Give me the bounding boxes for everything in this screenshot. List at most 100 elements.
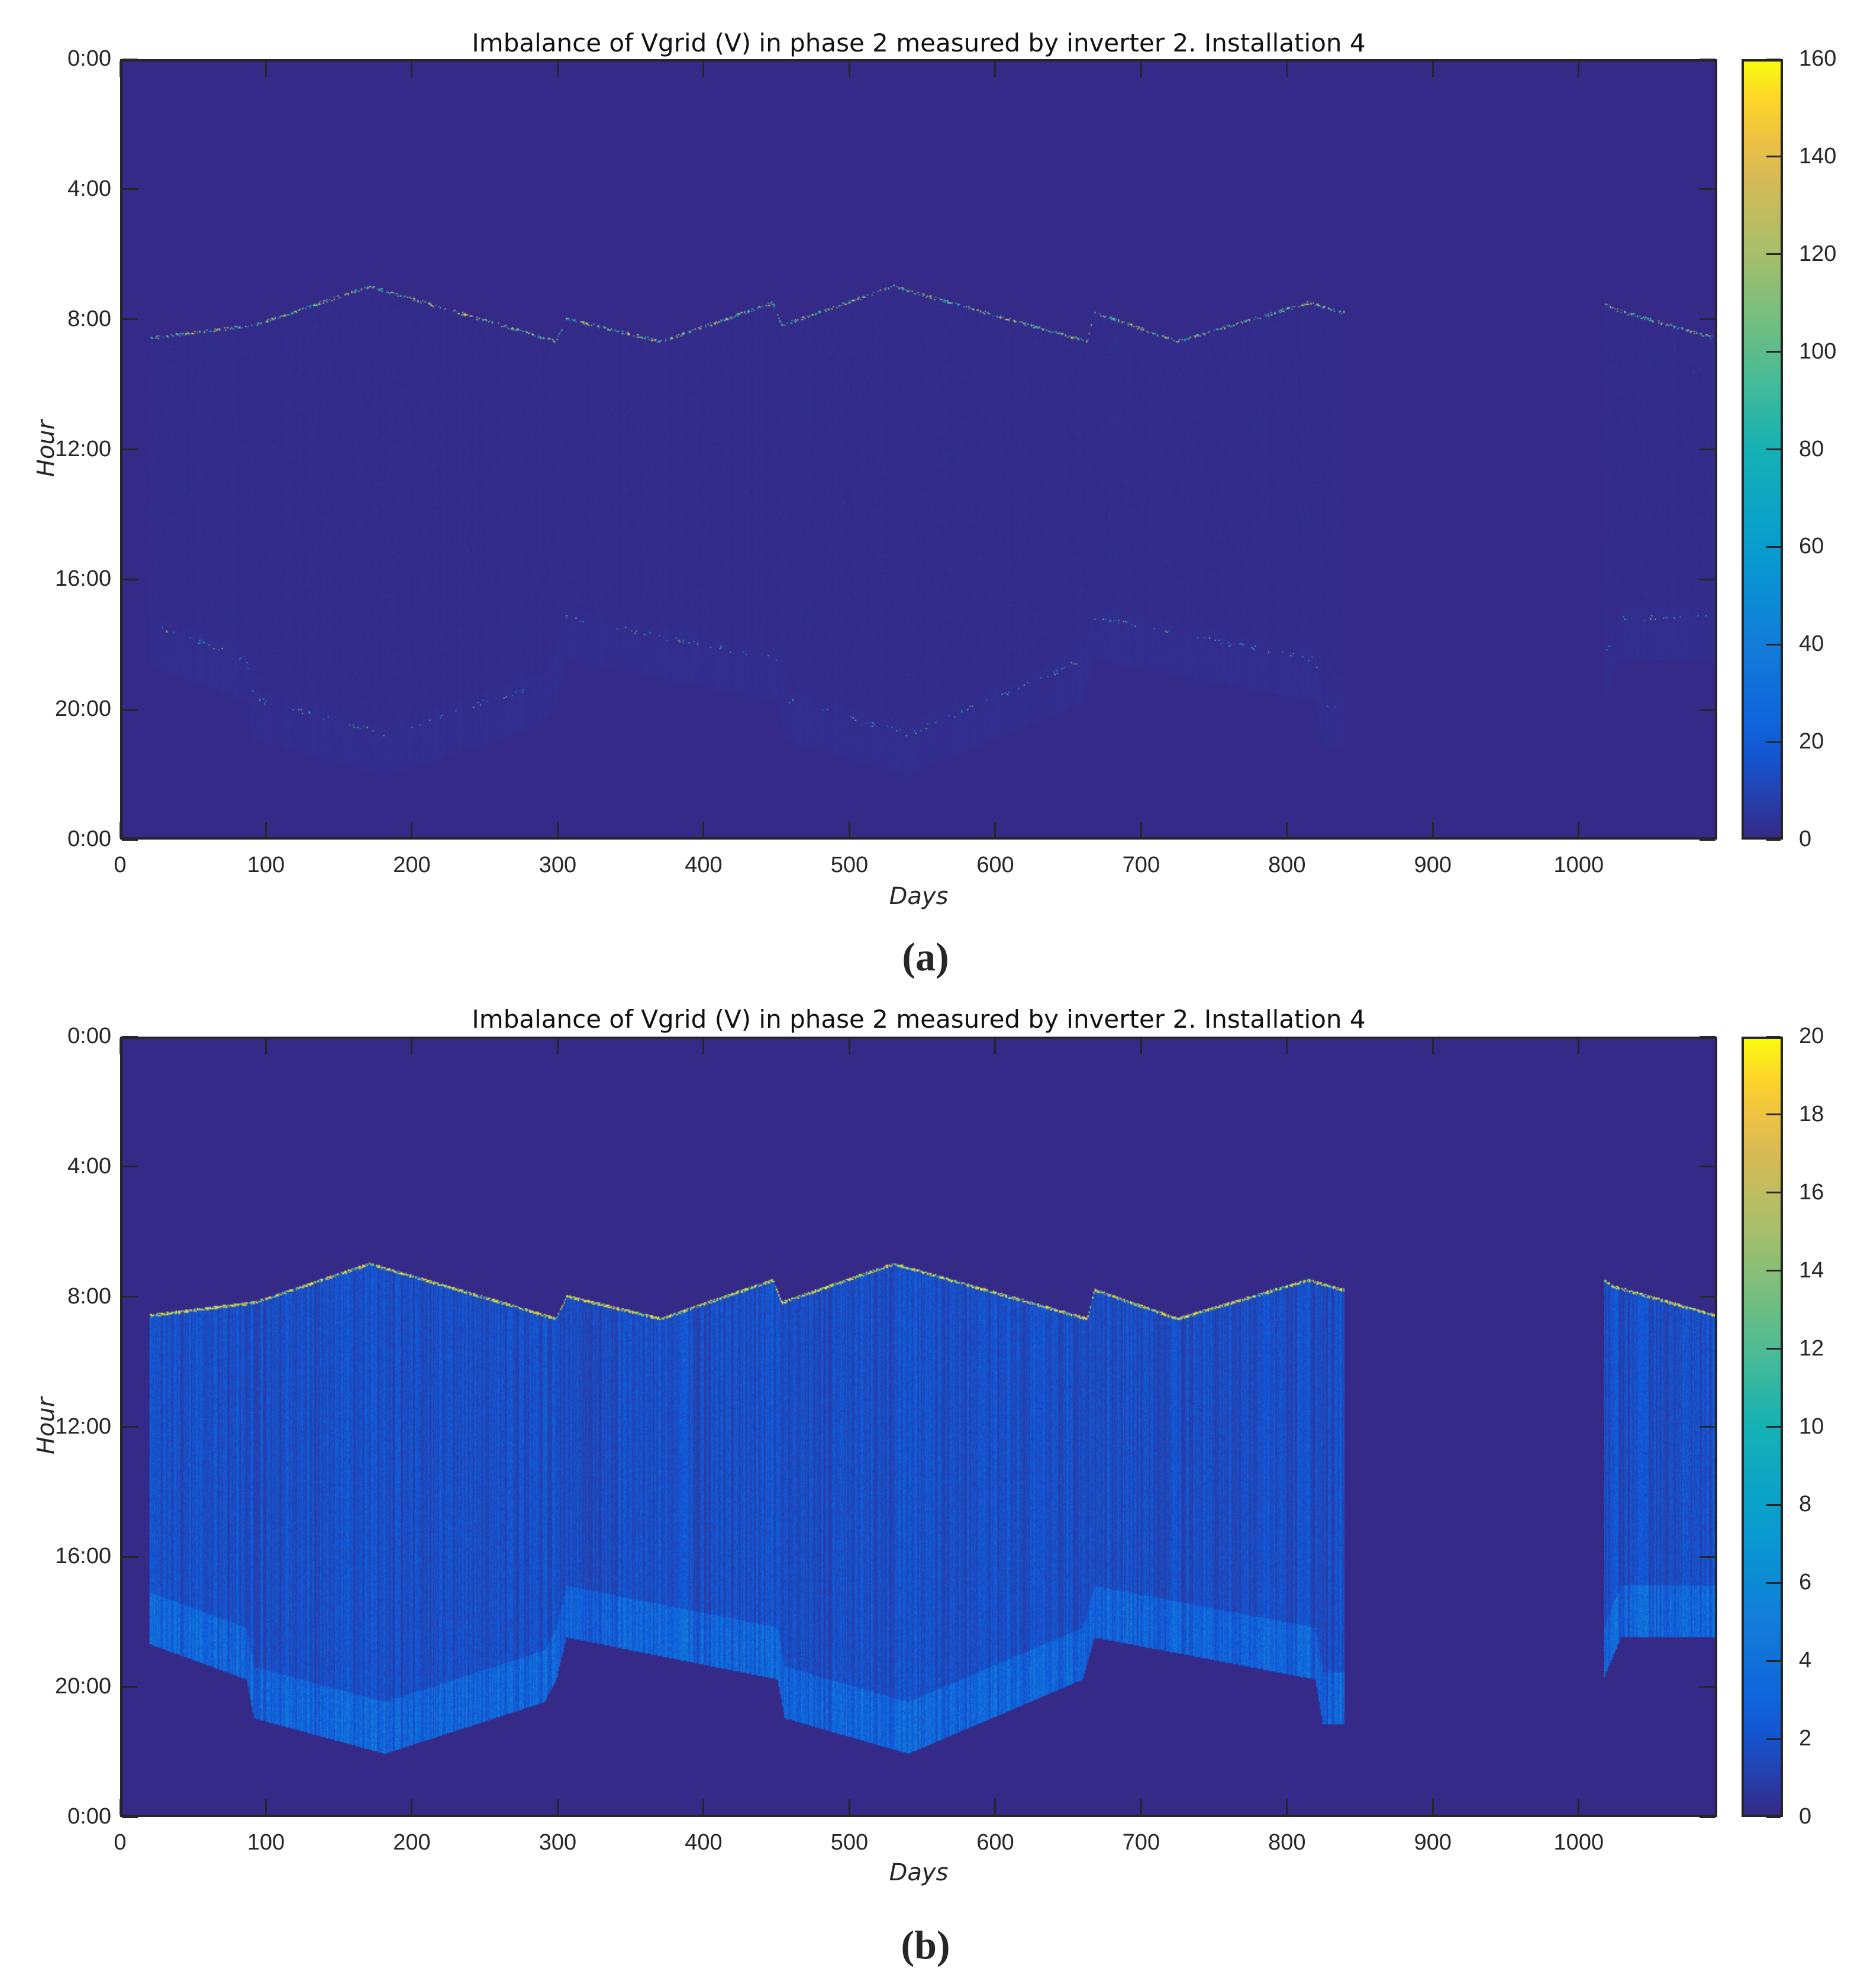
x-tick bbox=[265, 1799, 267, 1815]
x-tick bbox=[119, 1038, 121, 1054]
y-tick bbox=[122, 1816, 138, 1818]
x-tick bbox=[1431, 822, 1434, 838]
colorbar-tick bbox=[1766, 546, 1781, 548]
x-tick bbox=[1431, 61, 1434, 77]
panel-a: Imbalance of Vgrid (V) in phase 2 measur… bbox=[0, 0, 1851, 979]
y-tick-label: 16:00 bbox=[54, 1544, 111, 1569]
x-tick bbox=[702, 822, 705, 838]
x-tick bbox=[848, 61, 850, 77]
colorbar-tick-label: 10 bbox=[1799, 1413, 1824, 1439]
x-tick bbox=[848, 822, 850, 838]
x-tick bbox=[265, 822, 267, 838]
y-tick bbox=[1700, 708, 1715, 711]
x-tick bbox=[848, 1038, 850, 1054]
y-tick bbox=[1700, 1166, 1715, 1168]
x-tick bbox=[119, 822, 121, 838]
panel-label: (b) bbox=[901, 1922, 950, 1967]
y-tick-label: 20:00 bbox=[54, 1674, 111, 1699]
panel-b: Imbalance of Vgrid (V) in phase 2 measur… bbox=[0, 977, 1851, 1967]
y-tick bbox=[1700, 448, 1715, 450]
y-tick bbox=[122, 1296, 138, 1298]
colorbar-tick bbox=[1766, 741, 1781, 743]
y-tick bbox=[122, 838, 138, 841]
colorbar-tick bbox=[1766, 838, 1781, 841]
x-tick bbox=[1140, 1799, 1142, 1815]
x-tick-label: 800 bbox=[1268, 853, 1306, 877]
heatmap-canvas bbox=[122, 62, 1715, 837]
x-tick bbox=[702, 1038, 705, 1054]
y-tick bbox=[122, 188, 138, 191]
y-tick-label: 16:00 bbox=[54, 566, 111, 592]
y-tick-label: 12:00 bbox=[54, 436, 111, 462]
x-tick-label: 200 bbox=[393, 853, 431, 877]
x-tick-label: 700 bbox=[1122, 853, 1160, 877]
x-tick-label: 1000 bbox=[1553, 853, 1604, 877]
x-axis-label: Days bbox=[889, 883, 949, 910]
colorbar-tick-label: 20 bbox=[1799, 1024, 1824, 1048]
colorbar-tick-label: 12 bbox=[1799, 1335, 1824, 1361]
colorbar-tick bbox=[1766, 1503, 1781, 1506]
x-tick bbox=[1286, 61, 1288, 77]
y-tick bbox=[1700, 1296, 1715, 1298]
colorbar-tick-label: 4 bbox=[1799, 1648, 1812, 1673]
x-tick-label: 200 bbox=[393, 1830, 431, 1855]
colorbar-tick bbox=[1766, 253, 1781, 256]
x-tick bbox=[994, 1038, 997, 1054]
y-tick bbox=[1700, 838, 1715, 841]
colorbar-tick bbox=[1766, 1035, 1781, 1038]
colorbar-tick bbox=[1766, 1114, 1781, 1116]
x-tick bbox=[1578, 822, 1580, 838]
x-tick bbox=[1578, 61, 1580, 77]
y-tick-label: 0:00 bbox=[67, 827, 111, 851]
x-tick-label: 500 bbox=[830, 853, 869, 877]
x-tick-label: 0 bbox=[114, 1830, 127, 1855]
y-tick bbox=[122, 1686, 138, 1688]
x-tick bbox=[556, 1038, 559, 1054]
x-tick bbox=[994, 822, 997, 838]
x-tick-label: 1000 bbox=[1553, 1830, 1604, 1855]
y-tick-label: 0:00 bbox=[67, 1024, 111, 1048]
y-tick bbox=[1700, 1555, 1715, 1558]
x-tick-label: 600 bbox=[976, 1830, 1014, 1855]
heatmap-plot-area bbox=[120, 59, 1717, 840]
x-tick bbox=[702, 61, 705, 77]
colorbar-tick-label: 14 bbox=[1799, 1257, 1824, 1283]
x-tick-label: 500 bbox=[830, 1830, 869, 1855]
x-tick-label: 700 bbox=[1122, 1830, 1160, 1855]
colorbar-tick bbox=[1766, 351, 1781, 353]
colorbar-tick bbox=[1766, 1270, 1781, 1272]
y-tick bbox=[1700, 578, 1715, 580]
x-tick bbox=[265, 1038, 267, 1054]
x-tick bbox=[1286, 1799, 1288, 1815]
x-tick-label: 400 bbox=[685, 853, 723, 877]
x-tick-label: 600 bbox=[976, 853, 1014, 877]
y-tick bbox=[1700, 318, 1715, 321]
y-tick-label: 20:00 bbox=[54, 696, 111, 722]
colorbar-tick-label: 8 bbox=[1799, 1492, 1812, 1517]
colorbar-tick bbox=[1766, 156, 1781, 158]
colorbar-tick-label: 40 bbox=[1799, 631, 1824, 657]
y-tick bbox=[122, 58, 138, 60]
y-tick bbox=[1700, 1426, 1715, 1428]
colorbar-tick-label: 80 bbox=[1799, 436, 1824, 462]
y-tick-label: 0:00 bbox=[67, 46, 111, 71]
colorbar-tick-label: 2 bbox=[1799, 1726, 1812, 1751]
colorbar-tick-label: 120 bbox=[1799, 241, 1837, 266]
colorbar-tick-label: 140 bbox=[1799, 143, 1837, 169]
x-tick bbox=[119, 61, 121, 77]
colorbar-tick-label: 6 bbox=[1799, 1570, 1812, 1595]
x-tick bbox=[1431, 1038, 1434, 1054]
x-tick bbox=[1140, 61, 1142, 77]
y-tick-label: 8:00 bbox=[67, 1283, 111, 1309]
y-tick bbox=[122, 1555, 138, 1558]
colorbar-tick bbox=[1766, 1660, 1781, 1662]
y-tick bbox=[122, 1166, 138, 1168]
x-tick-label: 300 bbox=[538, 1830, 577, 1855]
y-tick bbox=[122, 1426, 138, 1428]
x-axis-label: Days bbox=[889, 1859, 949, 1886]
colorbar-tick-label: 0 bbox=[1799, 1804, 1812, 1829]
x-tick-label: 400 bbox=[685, 1830, 723, 1855]
x-tick-label: 900 bbox=[1414, 853, 1452, 877]
x-tick bbox=[1578, 1038, 1580, 1054]
colorbar-tick bbox=[1766, 643, 1781, 646]
